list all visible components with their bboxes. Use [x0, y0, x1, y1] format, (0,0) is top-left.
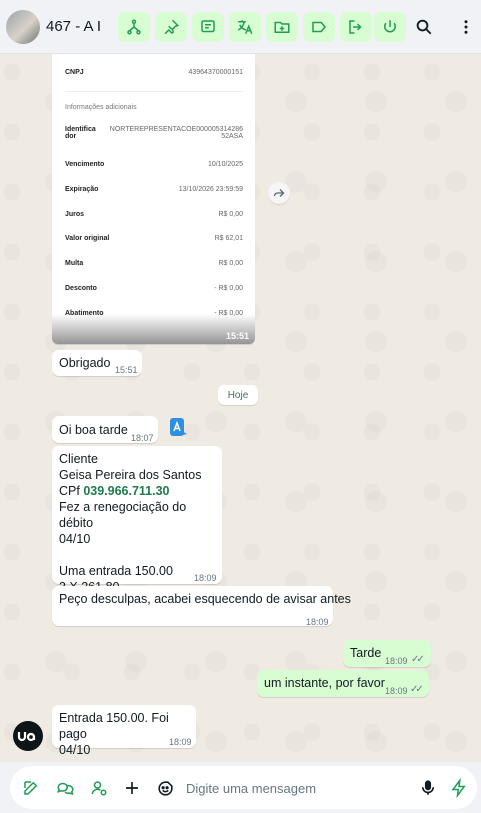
message-text: Tarde [350, 646, 382, 660]
translate-icon[interactable] [170, 418, 188, 438]
menu-button[interactable] [451, 12, 481, 42]
image-row: Multa R$ 0,00 [65, 260, 243, 267]
message-time: 15:51 [115, 365, 138, 375]
message-time: 18:09 [194, 573, 217, 583]
message-bubble-out[interactable]: Tarde 18:09 ✓✓ [343, 640, 431, 667]
image-row: Identifica dor NORTEREPRESENTACOE00000531… [65, 126, 243, 140]
message-line: Fez a renegociação do débito [59, 500, 187, 530]
power-button[interactable] [374, 12, 406, 42]
label-icon [312, 21, 326, 33]
pin-button[interactable] [155, 12, 187, 42]
search-button[interactable] [409, 12, 439, 42]
message-bubble-in[interactable]: Obrigado 15:51 [52, 350, 142, 376]
flow-icon [127, 19, 141, 35]
translate-icon [237, 20, 253, 35]
mic-button[interactable] [418, 778, 438, 798]
edit-icon [24, 781, 38, 795]
message-text: Oi boa tarde [59, 423, 128, 437]
image-row: Expiração 13/10/2026 23:59:59 [65, 186, 243, 193]
emoji-button[interactable] [155, 778, 175, 798]
message-text: Peço desculpas, acabei esquecendo de avi… [59, 592, 351, 606]
microphone-icon [421, 780, 435, 795]
exit-icon [349, 20, 362, 34]
message-bubble-in[interactable]: Peço desculpas, acabei esquecendo de avi… [52, 586, 351, 627]
message-line: 04/10 [59, 532, 91, 546]
quick-replies-button[interactable] [55, 778, 75, 798]
chat-header: 467 - A I [0, 0, 481, 54]
bot-logo-icon [17, 732, 36, 742]
image-message[interactable]: CNPJ 43964370000151 Informações adicionai… [52, 54, 255, 344]
bot-avatar[interactable] [13, 721, 43, 751]
message-bubble-out[interactable]: um instante, por favor 18:09 ✓✓ [257, 670, 429, 697]
message-line: CPf 039.966.711.30 [59, 483, 222, 499]
note-icon [201, 20, 215, 33]
composer-bar [0, 762, 481, 813]
image-section-title: Informações adicionais [65, 104, 137, 111]
message-text: Obrigado [59, 356, 111, 370]
message-time: 15:51 [225, 331, 249, 341]
double-check-icon: ✓✓ [411, 654, 425, 665]
message-time: 18:09 [385, 686, 408, 696]
cpf-link[interactable]: 039.966.711.30 [83, 484, 169, 498]
message-line: Cliente [59, 452, 98, 466]
message-bubble-in[interactable]: Oi boa tarde 18:07 [52, 416, 158, 443]
message-time: 18:09 [169, 737, 192, 747]
message-line: Geisa Pereira dos Santos [59, 468, 202, 482]
user-icon [91, 781, 107, 796]
more-vertical-icon [464, 20, 468, 34]
forward-button[interactable] [268, 182, 290, 204]
message-bubble-in[interactable]: Cliente Geisa Pereira dos Santos CPf 039… [52, 446, 222, 594]
chat-bubbles-icon [57, 782, 74, 796]
date-chip: Hoje [218, 385, 258, 405]
sticker-icon [157, 780, 173, 796]
double-check-icon: ✓✓ [410, 684, 424, 695]
attach-button[interactable] [122, 778, 142, 798]
plus-icon [126, 782, 138, 794]
note-button[interactable] [192, 12, 224, 42]
power-icon [384, 20, 396, 33]
message-time: 18:09 [385, 656, 408, 666]
message-text: um instante, por favor [264, 676, 385, 690]
message-input[interactable] [186, 778, 406, 798]
label-button[interactable] [303, 12, 335, 42]
image-shade [52, 314, 255, 344]
translate-button[interactable] [229, 12, 261, 42]
image-row: Desconto - R$ 0,00 [65, 285, 243, 292]
chat-panel[interactable]: CNPJ 43964370000151 Informações adicionai… [0, 54, 481, 762]
image-row: Vencimento 10/10/2025 [65, 161, 243, 168]
flow-button[interactable] [118, 12, 150, 42]
message-time: 18:09 [306, 617, 329, 627]
folder-icon [274, 21, 290, 33]
pin-icon [164, 19, 180, 35]
image-row: Valor original R$ 62,01 [65, 235, 243, 242]
folder-button[interactable] [266, 12, 298, 42]
quick-action-button[interactable] [449, 778, 469, 798]
assign-user-button[interactable] [89, 778, 109, 798]
image-row: Juros R$ 0,00 [65, 211, 243, 218]
chat-title[interactable]: 467 - A I [46, 18, 108, 35]
composer [10, 766, 477, 809]
image-row: CNPJ 43964370000151 [65, 69, 243, 76]
edit-button[interactable] [21, 778, 41, 798]
message-bubble-in[interactable]: Entrada 150.00. Foi pago 04/10 18:09 [52, 705, 196, 757]
divider [65, 91, 243, 92]
contact-avatar[interactable] [6, 10, 40, 44]
lightning-icon [451, 778, 466, 798]
cpf-label: CPf [59, 484, 84, 498]
message-time: 18:07 [131, 433, 154, 443]
exit-button[interactable] [340, 12, 372, 42]
search-icon [416, 19, 432, 35]
forward-icon [273, 189, 285, 197]
